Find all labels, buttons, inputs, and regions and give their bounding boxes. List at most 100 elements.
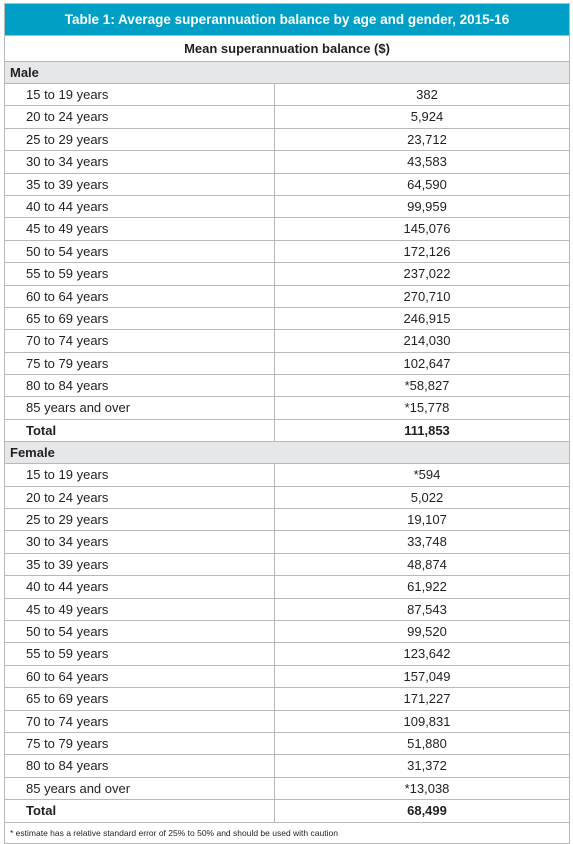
table-row: 50 to 54 years 172,126: [5, 240, 569, 264]
total-row: Total 68,499: [5, 800, 569, 823]
age-group-label: 15 to 19 years: [5, 84, 275, 106]
table-row: 25 to 29 years 23,712: [5, 128, 569, 152]
balance-value: 51,880: [407, 735, 447, 751]
balance-value: 48,874: [407, 556, 447, 572]
total-value: 111,853: [404, 422, 450, 438]
table-row: 85 years and over *13,038: [5, 777, 569, 801]
table-row: 40 to 44 years 61,922: [5, 576, 569, 599]
table-row: 80 to 84 years 31,372: [5, 755, 569, 778]
age-group-label: 35 to 39 years: [5, 553, 275, 576]
age-group-label: 35 to 39 years: [5, 173, 275, 195]
table-row: 65 to 69 years 171,227: [5, 688, 569, 711]
balance-value: 5,924: [410, 109, 444, 125]
age-group-label: 70 to 74 years: [5, 330, 275, 352]
table-row: 80 to 84 years *58,827: [5, 375, 569, 398]
balance-value: 87,543: [407, 601, 447, 617]
table-row: 15 to 19 years 382: [5, 84, 569, 107]
balance-value: 172,126: [403, 243, 451, 259]
balance-value: *13,038: [404, 780, 450, 796]
age-group-label: 40 to 44 years: [5, 195, 275, 218]
group-header-female: Female: [5, 442, 569, 465]
balance-value: 123,642: [403, 646, 451, 662]
superannuation-table: Table 1: Average superannuation balance …: [4, 3, 570, 844]
age-group-label: 55 to 59 years: [5, 643, 275, 665]
table-row: 70 to 74 years 214,030: [5, 330, 569, 353]
table-row: 30 to 34 years 33,748: [5, 531, 569, 554]
balance-value: 64,590: [407, 176, 447, 192]
balance-value: 145,076: [403, 221, 451, 237]
age-group-label: 50 to 54 years: [5, 240, 275, 263]
group-header-male: Male: [5, 62, 569, 84]
age-group-label: 65 to 69 years: [5, 688, 275, 710]
balance-value: 109,831: [403, 713, 451, 729]
balance-value: 31,372: [407, 758, 447, 774]
table-row: 55 to 59 years 237,022: [5, 263, 569, 286]
age-group-label: 45 to 49 years: [5, 218, 275, 240]
total-value: 68,499: [407, 803, 447, 819]
age-group-label: 60 to 64 years: [5, 285, 275, 307]
table-row: 55 to 59 years 123,642: [5, 643, 569, 666]
column-header: Mean superannuation balance ($): [5, 36, 569, 62]
total-label: Total: [5, 800, 275, 822]
age-group-label: 30 to 34 years: [5, 531, 275, 553]
age-group-label: 70 to 74 years: [5, 710, 275, 732]
age-group-label: 25 to 29 years: [5, 128, 275, 151]
table-row: 35 to 39 years 48,874: [5, 553, 569, 577]
table-row: 35 to 39 years 64,590: [5, 173, 569, 196]
balance-value: *15,778: [404, 400, 450, 416]
balance-value: 237,022: [403, 266, 451, 282]
table-row: 15 to 19 years *594: [5, 464, 569, 487]
age-group-label: 30 to 34 years: [5, 151, 275, 173]
age-group-label: 80 to 84 years: [5, 375, 275, 397]
age-group-label: 15 to 19 years: [5, 464, 275, 486]
balance-value: 214,030: [403, 333, 451, 349]
balance-value: 157,049: [403, 668, 451, 684]
table-row: 70 to 74 years 109,831: [5, 710, 569, 733]
balance-value: 5,022: [410, 489, 444, 505]
age-group-label: 40 to 44 years: [5, 576, 275, 598]
balance-value: 61,922: [407, 579, 447, 595]
balance-value: *594: [413, 467, 441, 483]
balance-value: 99,520: [407, 623, 447, 639]
table-row: 60 to 64 years 157,049: [5, 665, 569, 689]
age-group-label: 45 to 49 years: [5, 598, 275, 620]
balance-value: 102,647: [403, 355, 451, 371]
age-group-label: 65 to 69 years: [5, 307, 275, 330]
table-row: 85 years and over *15,778: [5, 397, 569, 420]
table-row: 75 to 79 years 102,647: [5, 352, 569, 376]
table-row: 60 to 64 years 270,710: [5, 285, 569, 308]
total-row: Total 111,853: [5, 419, 569, 443]
balance-value: 382: [416, 87, 438, 102]
table-row: 45 to 49 years 145,076: [5, 218, 569, 241]
age-group-label: 20 to 24 years: [5, 106, 275, 128]
table-row: 20 to 24 years 5,022: [5, 486, 569, 510]
balance-value: 270,710: [403, 288, 451, 304]
footnote: * estimate has a relative standard error…: [10, 827, 338, 838]
age-group-label: 85 years and over: [5, 397, 275, 419]
age-group-label: 75 to 79 years: [5, 352, 275, 375]
table-row: 75 to 79 years 51,880: [5, 732, 569, 756]
balance-value: *58,827: [404, 378, 450, 394]
age-group-label: 25 to 29 years: [5, 509, 275, 531]
balance-value: 171,227: [403, 691, 451, 707]
age-group-label: 20 to 24 years: [5, 486, 275, 509]
age-group-label: 75 to 79 years: [5, 732, 275, 755]
table-row: 30 to 34 years 43,583: [5, 151, 569, 174]
age-group-label: 85 years and over: [5, 777, 275, 800]
balance-value: 246,915: [403, 310, 451, 326]
table-row: 25 to 29 years 19,107: [5, 509, 569, 532]
table-title: Table 1: Average superannuation balance …: [5, 4, 569, 36]
balance-value: 19,107: [407, 512, 447, 528]
balance-value: 33,748: [407, 534, 447, 550]
age-group-label: 55 to 59 years: [5, 263, 275, 285]
balance-value: 23,712: [407, 131, 447, 147]
balance-value: 99,959: [407, 198, 447, 214]
age-group-label: 50 to 54 years: [5, 620, 275, 643]
balance-value: 43,583: [407, 154, 447, 170]
table-row: 20 to 24 years 5,924: [5, 106, 569, 129]
table-row: 65 to 69 years 246,915: [5, 307, 569, 331]
age-group-label: 60 to 64 years: [5, 665, 275, 688]
age-group-label: 80 to 84 years: [5, 755, 275, 777]
total-label: Total: [5, 419, 275, 442]
table-body: Male 15 to 19 years 382 20 to 24 years 5,924…: [5, 62, 569, 823]
